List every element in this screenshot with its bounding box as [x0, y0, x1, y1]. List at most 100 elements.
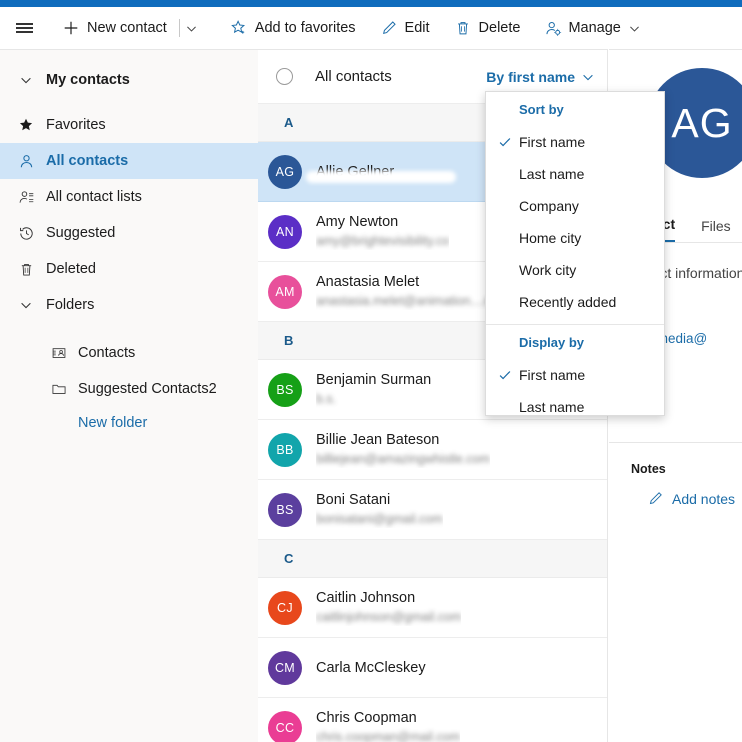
delete-button[interactable]: Delete	[446, 7, 529, 49]
new-contact-button[interactable]: New contact	[54, 7, 175, 49]
contact-email: caitlinjohnson@gmail.com	[316, 610, 462, 624]
sidebar-item-label: Contacts	[78, 345, 136, 361]
add-to-favorites-button[interactable]: Add to favorites	[222, 7, 364, 49]
command-bar: New contact Add to favorites Edit Delete	[0, 7, 742, 49]
sidebar-item-label: Folders	[46, 297, 95, 313]
contact-name: Caitlin Johnson	[316, 590, 416, 606]
avatar: BS	[268, 492, 302, 527]
sidebar-item-deleted[interactable]: Deleted	[0, 251, 258, 287]
contact-info: Benjamin Surman b.s.	[316, 371, 431, 408]
sidebar-item-label: My contacts	[46, 72, 130, 88]
contact-name: Chris Coopman	[316, 710, 417, 726]
option-label: Last name	[519, 399, 585, 415]
option-label: First name	[519, 134, 586, 150]
contact-info: Caitlin Johnson caitlinjohnson@gmail.com	[316, 589, 461, 626]
redaction-overlay	[306, 171, 456, 183]
contact-name: Carla McCleskey	[316, 659, 426, 676]
contact-email: amy@brightevisibility.co	[316, 234, 450, 248]
sidebar-item-label: All contact lists	[46, 189, 142, 205]
sidebar-item-label: Deleted	[46, 261, 96, 277]
contact-email: anastasia.melet@animation....n	[316, 294, 492, 308]
sort-by-button[interactable]: By first name	[486, 69, 595, 85]
avatar: AN	[268, 214, 302, 249]
sidebar-item-all-contacts[interactable]: All contacts	[0, 143, 258, 179]
avatar: AG	[268, 154, 302, 189]
sort-option[interactable]: Company	[486, 190, 664, 222]
new-folder-link[interactable]: New folder	[0, 407, 258, 439]
select-all-checkbox[interactable]	[276, 68, 293, 85]
sort-by-header: Sort by	[519, 101, 564, 117]
sort-option[interactable]: First name	[486, 126, 664, 158]
manage-button[interactable]: Manage	[536, 7, 650, 49]
option-label: Company	[519, 198, 579, 214]
sort-option[interactable]: Home city	[486, 222, 664, 254]
sidebar-item-favorites[interactable]: Favorites	[0, 107, 258, 143]
contact-list-item[interactable]: CC Chris Coopman chris.coopman@mail.com	[258, 698, 607, 742]
manage-label: Manage	[568, 20, 621, 36]
sidebar-item-label: Favorites	[46, 117, 106, 133]
contact-list-item[interactable]: BB Billie Jean Bateson billiejean@amazingw…	[258, 420, 607, 480]
option-label: Recently added	[519, 294, 617, 310]
contact-name: Benjamin Surman	[316, 372, 432, 388]
option-label: Work city	[519, 262, 577, 278]
folder-icon	[44, 381, 74, 397]
sort-option[interactable]: Last name	[486, 158, 664, 190]
sort-option[interactable]: Work city	[486, 254, 664, 286]
sort-option[interactable]: Recently added	[486, 286, 664, 318]
contact-list-item[interactable]: BS Boni Satani bonisatani@gmail.com	[258, 480, 607, 540]
contact-info: Amy Newton amy@brightevisibility.co	[316, 213, 449, 250]
display-options-group: First name Last name	[486, 359, 664, 423]
contact-info: Carla McCleskey	[316, 659, 426, 677]
sidebar-item-label: Suggested Contacts2	[78, 381, 217, 397]
avatar: BS	[268, 372, 302, 407]
star-icon	[230, 19, 248, 37]
trash-icon	[454, 19, 472, 37]
delete-label: Delete	[478, 20, 521, 36]
sidebar-item-suggested[interactable]: Suggested	[0, 215, 258, 251]
add-notes-button[interactable]: Add notes	[647, 490, 735, 507]
sidebar-item-suggested-contacts2[interactable]: Suggested Contacts2	[0, 371, 258, 407]
sidebar-group-folders[interactable]: Folders	[0, 287, 258, 323]
app-accent-bar	[0, 0, 742, 7]
contact-name: Billie Jean Bateson	[316, 432, 440, 448]
manage-person-icon	[544, 19, 562, 37]
tab-files[interactable]: Files	[701, 218, 731, 242]
option-label: First name	[519, 367, 586, 383]
sidebar-item-contacts-folder[interactable]: Contacts	[0, 335, 258, 371]
contact-info: Billie Jean Bateson billiejean@amazingwhi…	[316, 431, 490, 468]
edit-button[interactable]: Edit	[372, 7, 438, 49]
display-by-header: Display by	[519, 334, 585, 350]
sidebar-group-my-contacts[interactable]: My contacts	[0, 62, 258, 98]
avatar: BB	[268, 432, 302, 467]
contact-info: Anastasia Melet anastasia.melet@animation…	[316, 273, 491, 310]
hamburger-icon[interactable]	[0, 7, 48, 49]
contact-list-item[interactable]: CM Carla McCleskey	[258, 638, 607, 698]
display-option[interactable]: Last name	[486, 391, 664, 423]
pencil-icon	[647, 490, 664, 507]
chevron-down-icon	[10, 298, 42, 312]
chevron-down-icon[interactable]	[184, 20, 200, 36]
sidebar-item-all-contact-lists[interactable]: All contact lists	[0, 179, 258, 215]
chevron-down-icon	[581, 70, 595, 84]
option-label: Home city	[519, 230, 582, 246]
option-label: Last name	[519, 166, 585, 182]
contacts-folder-icon	[44, 345, 74, 361]
sidebar-item-label: Suggested	[46, 225, 116, 241]
plus-icon	[62, 19, 80, 37]
contacts-app: New contact Add to favorites Edit Delete	[0, 0, 742, 742]
contact-name: Boni Satani	[316, 492, 391, 508]
add-notes-label: Add notes	[672, 490, 736, 507]
contact-list-item[interactable]: CJ Caitlin Johnson caitlinjohnson@gmail.co…	[258, 578, 607, 638]
chevron-down-icon[interactable]	[627, 20, 643, 36]
contact-email: billiejean@amazingwhistle.com	[316, 452, 490, 466]
contact-info: Boni Satani bonisatani@gmail.com	[316, 491, 443, 528]
people-list-icon	[10, 189, 42, 206]
contact-group-header: C	[258, 540, 607, 578]
display-option[interactable]: First name	[486, 359, 664, 391]
contact-info: Chris Coopman chris.coopman@mail.com	[316, 709, 460, 742]
sort-by-label: By first name	[486, 68, 575, 85]
add-to-favorites-label: Add to favorites	[254, 20, 356, 36]
avatar-initials: AG	[671, 99, 733, 146]
contact-list-title: All contacts	[315, 68, 392, 85]
sidebar: My contacts Favorites All contacts All c…	[0, 49, 258, 742]
